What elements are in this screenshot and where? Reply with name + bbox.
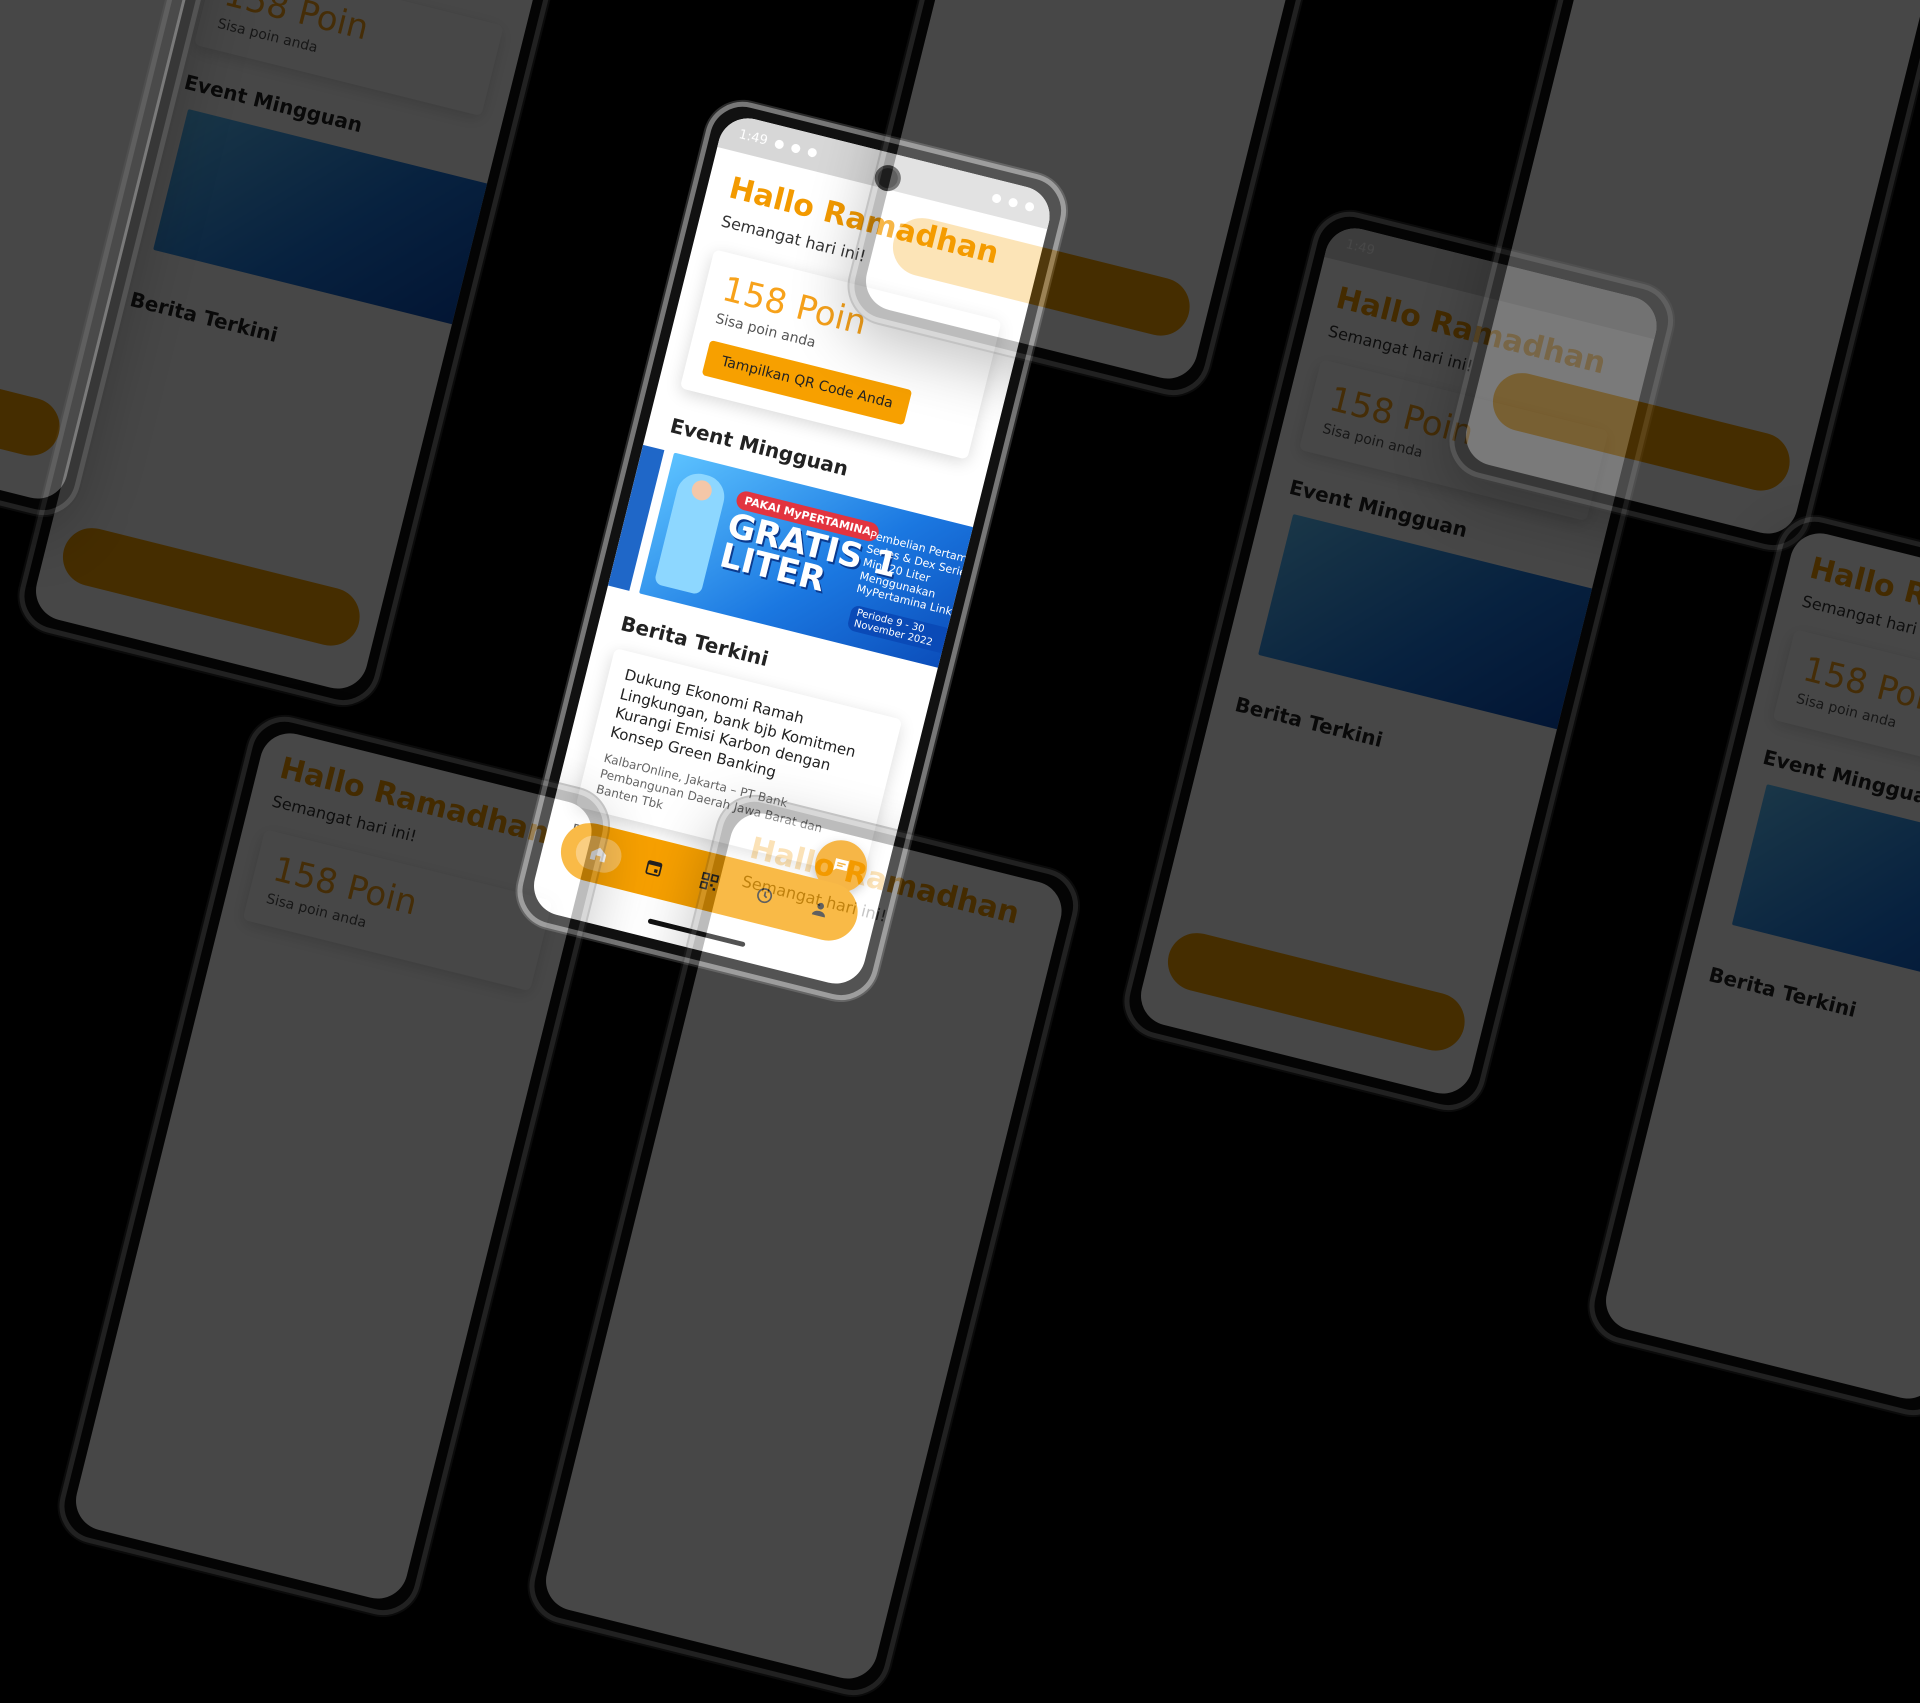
shield-status-icon (790, 142, 802, 154)
bg-phone-tile: 1:49 Hallo Ramadhan Semangat hari ini! 1… (1116, 203, 1682, 1119)
bg-phone-tile: Hallo Ramadhan Semangat hari ini! 158 Po… (1581, 508, 1920, 1424)
bg-bottom-nav (886, 211, 1196, 342)
bg-bottom-nav (0, 331, 66, 462)
battery-saver-status-icon (807, 146, 819, 158)
bg-phone-tile: Hallo Ramadhan Semangat hari ini! 158 Po… (51, 708, 617, 1624)
bg-bottom-nav (1486, 366, 1796, 497)
bg-bottom-nav (56, 521, 366, 652)
settings-status-icon (774, 138, 786, 150)
bg-content: Hallo Ramadhan Semangat hari ini! (719, 807, 1068, 967)
bg-phone-tile: Hallo Ramadhan Semangat hari ini! (521, 788, 1087, 1703)
bg-banner (1731, 784, 1920, 1005)
bg-screen: Pertamax Naik Gegara Harga Minyak Tinggi… (1459, 0, 1920, 540)
bg-phone: Hallo Ramadhan Semangat hari ini! 158 Po… (51, 708, 617, 1624)
nav-calendar[interactable] (628, 846, 681, 890)
bg-screen: Hallo Ramadhan Semangat hari ini! 158 Po… (69, 727, 598, 1605)
bg-phone-tile: Pertamax Naik Gegara Harga Minyak Tinggi… (1441, 0, 1920, 559)
bg-phone: Hallo Ramadhan Semangat hari ini! 158 Po… (1581, 508, 1920, 1424)
banner-person-illustration (653, 469, 729, 596)
bg-content: Hallo Ramadhan Semangat hari ini! 158 Po… (1685, 527, 1920, 1063)
canvas: { "status_bar": { "time": "1:49" }, "gre… (0, 0, 1920, 1703)
bg-screen: Hallo Ramadhan Semangat hari ini! 158 Po… (1599, 527, 1920, 1405)
main-phone-tile: 1:49 Hallo Ramadhan Semangat hari ini! 1… (509, 93, 1075, 1009)
status-time: 1:49 (737, 126, 770, 149)
bg-bottom-nav (1161, 926, 1471, 1057)
bg-phone: Pertamax Naik Gegara Harga Minyak Tinggi… (1441, 0, 1920, 559)
bg-phone-tile: 1:49 Hallo Ramadhan Semangat hari ini! 1… (11, 0, 577, 714)
bg-status-time: 1:49 (1344, 236, 1377, 259)
bg-content: Hallo Ramadhan Semangat hari ini! 158 Po… (221, 727, 598, 997)
calendar-icon (645, 860, 663, 877)
